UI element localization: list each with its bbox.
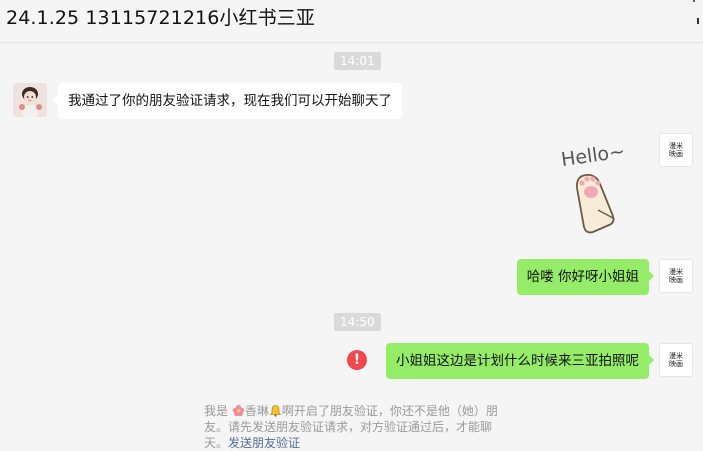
my-avatar[interactable]: 漫米 映画 xyxy=(659,133,693,167)
my-avatar[interactable]: 漫米 映画 xyxy=(659,259,693,293)
my-avatar[interactable]: 漫米 映画 xyxy=(659,343,693,377)
send-friend-request-link[interactable]: 发送朋友验证 xyxy=(228,436,300,450)
avatar-text-line: 漫米 xyxy=(669,268,683,276)
contact-avatar[interactable] xyxy=(13,83,47,117)
contact-avatar-image xyxy=(13,83,47,117)
message-bubble-sent[interactable]: 哈喽 你好呀小姐姐 xyxy=(516,259,655,295)
cat-paw-sticker-image: Hello~ xyxy=(560,140,627,234)
chat-title: 24.1.25 13115721216小红书三亚 xyxy=(6,7,315,29)
chat-header: 24.1.25 13115721216小红书三亚 xyxy=(0,0,703,43)
avatar-text-line: 漫米 xyxy=(669,142,683,150)
avatar-text-line: 映画 xyxy=(669,360,683,368)
flower-icon xyxy=(232,404,245,417)
sticker-message[interactable]: Hello~ xyxy=(555,138,635,238)
chat-info-icon[interactable] xyxy=(697,18,699,24)
send-failed-icon[interactable]: ! xyxy=(347,350,367,370)
avatar-text-line: 漫米 xyxy=(669,352,683,360)
message-bubble-received[interactable]: 我通过了你的朋友验证请求，现在我们可以开始聊天了 xyxy=(53,83,402,119)
bell-icon xyxy=(269,405,282,417)
message-timestamp: 14:50 xyxy=(334,313,381,331)
contact-nickname: 香琳 xyxy=(244,404,269,418)
message-timestamp: 14:01 xyxy=(334,52,381,70)
avatar-text-line: 映画 xyxy=(669,150,683,158)
more-options-icon[interactable] xyxy=(691,0,697,14)
avatar-text-line: 映画 xyxy=(669,276,683,284)
sticker-hello-text: Hello~ xyxy=(560,140,627,171)
notice-prefix: 我是 xyxy=(204,404,229,418)
friend-verification-notice: 我是 香琳 啊开启了朋友验证，你还不是他（她）朋友。请先发送朋友验证请求，对方验… xyxy=(204,403,514,451)
message-bubble-sent[interactable]: 小姐姐这边是计划什么时候来三亚拍照呢 xyxy=(386,343,654,379)
